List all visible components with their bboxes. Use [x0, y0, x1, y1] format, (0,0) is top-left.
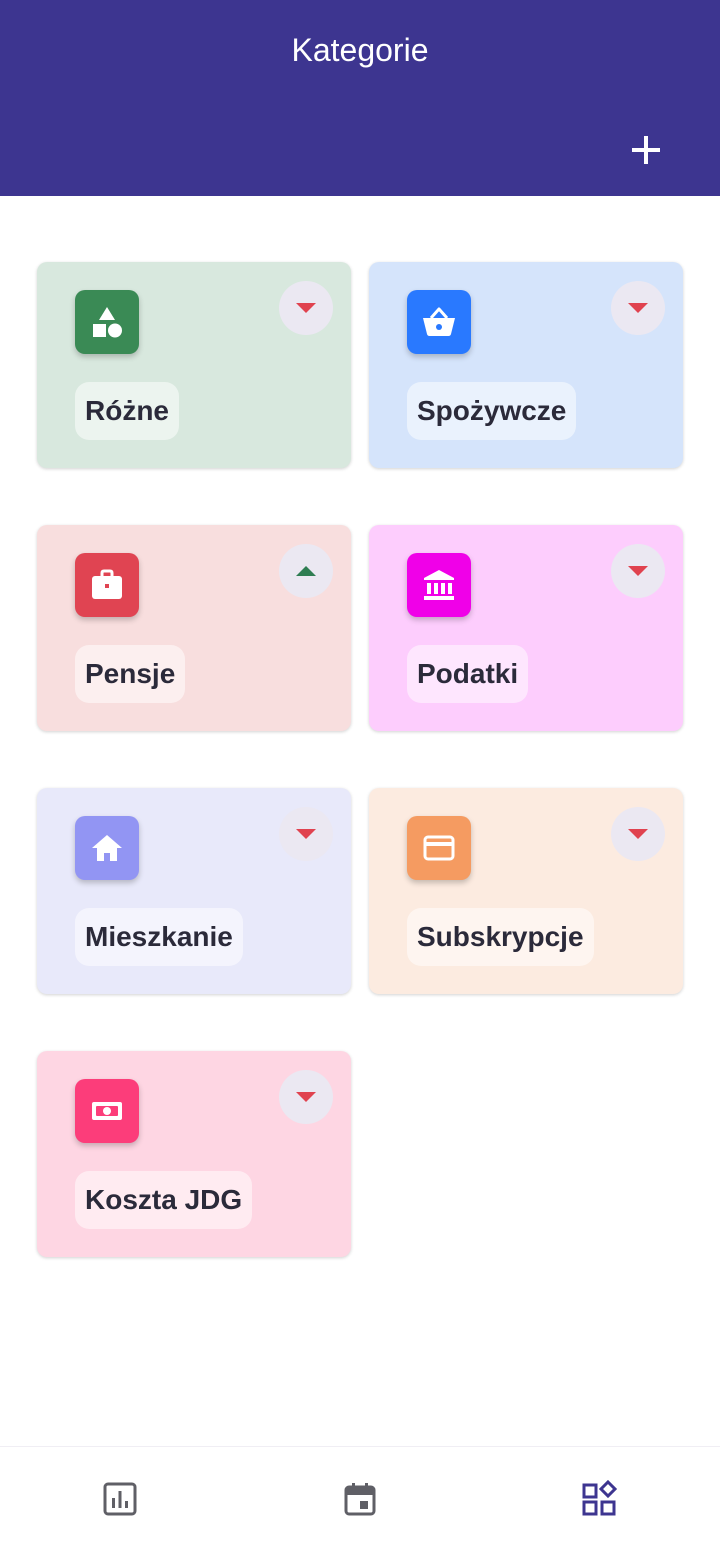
- category-icon-tile: [407, 553, 471, 617]
- expand-toggle-button[interactable]: [279, 1070, 333, 1124]
- toggle-arrow: [296, 303, 316, 313]
- shapes-icon: [93, 307, 122, 338]
- category-label: Mieszkanie: [75, 908, 243, 966]
- category-icon-tile: [75, 1079, 139, 1143]
- category-label: Podatki: [407, 645, 529, 703]
- expand-toggle-button[interactable]: [611, 544, 665, 598]
- basket-icon: [423, 307, 455, 336]
- category-label: Subskrypcje: [407, 908, 594, 966]
- category-label: Koszta JDG: [75, 1171, 253, 1229]
- page-title: Kategorie: [291, 32, 429, 68]
- app-header: Kategorie: [0, 0, 720, 196]
- money-icon: [92, 1102, 122, 1120]
- arrow-down-icon: [296, 829, 316, 839]
- category-card-subskrypcje[interactable]: Subskrypcje: [369, 788, 683, 994]
- category-card-spozywcze[interactable]: Spożywcze: [369, 262, 683, 468]
- plus-icon: [632, 136, 660, 164]
- arrow-down-icon: [628, 829, 648, 839]
- category-card-koszta-jdg[interactable]: Koszta JDG: [37, 1051, 351, 1257]
- category-icon-tile: [75, 290, 139, 354]
- category-label: Pensje: [75, 645, 186, 703]
- arrow-down-icon: [296, 1092, 316, 1102]
- nav-calendar[interactable]: [336, 1475, 384, 1523]
- arrow-up-icon: [296, 566, 316, 576]
- category-icon-tile: [407, 816, 471, 880]
- chart-icon: [103, 1482, 137, 1516]
- expand-toggle-button[interactable]: [611, 281, 665, 335]
- nav-categories[interactable]: [576, 1475, 624, 1523]
- add-category-button[interactable]: [620, 124, 672, 176]
- expand-toggle-button[interactable]: [611, 807, 665, 861]
- toggle-arrow: [296, 829, 316, 839]
- arrow-down-icon: [628, 303, 648, 313]
- category-card-pensje[interactable]: Pensje: [37, 525, 351, 731]
- toggle-arrow: [628, 566, 648, 576]
- toggle-arrow: [628, 303, 648, 313]
- category-icon-tile: [407, 290, 471, 354]
- home-icon: [92, 835, 122, 861]
- toggle-arrow: [628, 829, 648, 839]
- arrow-down-icon: [296, 303, 316, 313]
- toggle-arrow: [296, 1092, 316, 1102]
- categories-icon: [582, 1480, 618, 1516]
- category-icon-tile: [75, 816, 139, 880]
- category-card-mieszkanie[interactable]: Mieszkanie: [37, 788, 351, 994]
- nav-statistics[interactable]: [96, 1475, 144, 1523]
- briefcase-icon: [92, 569, 122, 599]
- credit-card-icon: [423, 835, 455, 861]
- category-card-podatki[interactable]: Podatki: [369, 525, 683, 731]
- category-label: Różne: [75, 382, 179, 440]
- arrow-down-icon: [628, 566, 648, 576]
- bottom-navigation: [0, 1446, 720, 1553]
- category-label: Spożywcze: [407, 382, 577, 440]
- bank-icon: [424, 570, 454, 600]
- expand-toggle-button[interactable]: [279, 544, 333, 598]
- expand-toggle-button[interactable]: [279, 281, 333, 335]
- toggle-arrow: [296, 566, 316, 576]
- category-card-rozne[interactable]: Różne: [37, 262, 351, 468]
- expand-toggle-button[interactable]: [279, 807, 333, 861]
- calendar-icon: [344, 1483, 376, 1516]
- category-icon-tile: [75, 553, 139, 617]
